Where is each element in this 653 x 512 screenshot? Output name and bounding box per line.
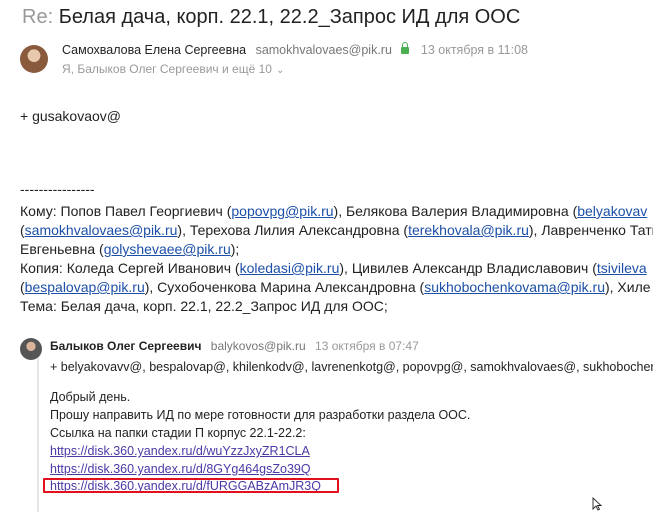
lock-icon — [401, 42, 410, 54]
quoted-greeting: Добрый день. — [50, 390, 131, 404]
quote-bar — [37, 358, 39, 512]
mouse-cursor-icon — [592, 497, 602, 511]
quoted-sender-row: Балыков Олег Сергеевич balykovos@pik.ru … — [50, 339, 419, 353]
email-link[interactable]: popovpg@pik.ru — [231, 203, 333, 219]
separator-line: ---------------- — [20, 181, 95, 197]
body-text-line: + gusakovaov@ — [20, 108, 121, 124]
email-subject: Re: Белая дача, корп. 22.1, 22.2_Запрос … — [22, 6, 520, 29]
quoted-sender-name[interactable]: Балыков Олег Сергеевич — [50, 339, 201, 353]
disk-link-1-row: https://disk.360.yandex.ru/d/wuYzzJxyZR1… — [50, 444, 310, 458]
disk-link-2[interactable]: https://disk.360.yandex.ru/d/8GYg464gsZo… — [50, 462, 311, 476]
sender-row: Самохвалова Елена Сергеевна samokhvalova… — [62, 42, 529, 57]
sender-email[interactable]: samokhvalovaes@pik.ru — [256, 43, 392, 57]
email-link[interactable]: golyshevaee@pik.ru — [104, 241, 231, 257]
email-link[interactable]: sukhobochenkovama@pik.ru — [424, 279, 605, 295]
quoted-date: 13 октября в 07:47 — [315, 339, 419, 353]
quoted-request: Прошу направить ИД по мере готовности дл… — [50, 408, 471, 422]
quoted-sender-avatar[interactable] — [20, 338, 42, 360]
to-line-3: Евгеньевна (golyshevaee@pik.ru); — [20, 241, 240, 257]
disk-link-2-row: https://disk.360.yandex.ru/d/8GYg464gsZo… — [50, 462, 311, 476]
email-link[interactable]: samokhvalovaes@pik.ru — [25, 222, 178, 238]
chevron-down-icon: ⌄ — [275, 65, 285, 76]
recipients-text: Я, Балыков Олег Сергеевич и ещё 10 — [62, 62, 272, 76]
disk-link-1[interactable]: https://disk.360.yandex.ru/d/wuYzzJxyZR1… — [50, 444, 310, 458]
email-link[interactable]: tsivileva — [597, 260, 647, 276]
quoted-links-intro: Ссылка на папки стадии П корпус 22.1-22.… — [50, 426, 306, 440]
email-link[interactable]: belyakovav — [577, 203, 647, 219]
recipients-toggle[interactable]: Я, Балыков Олег Сергеевич и ещё 10 ⌄ — [62, 62, 284, 76]
highlight-box — [43, 478, 339, 493]
quoted-cc: + belyakovavv@, bespalovap@, khilenkodv@… — [50, 360, 653, 374]
to-line-2: (samokhvalovaes@pik.ru), Терехова Лилия … — [20, 222, 653, 238]
sender-avatar[interactable] — [20, 45, 48, 73]
email-link[interactable]: koledasi@pik.ru — [240, 260, 340, 276]
cc-line-2: (bespalovap@pik.ru), Сухобоченкова Марин… — [20, 279, 651, 295]
sender-name[interactable]: Самохвалова Елена Сергеевна — [62, 43, 246, 57]
email-link[interactable]: terekhovala@pik.ru — [408, 222, 529, 238]
to-line-1: Кому: Попов Павел Георгиевич (popovpg@pi… — [20, 203, 648, 219]
reply-prefix: Re: — [22, 6, 54, 28]
cc-line-1: Копия: Коледа Сергей Иванович (koledasi@… — [20, 260, 647, 276]
subject-line: Тема: Белая дача, корп. 22.1, 22.2_Запро… — [20, 298, 388, 314]
email-link[interactable]: bespalovap@pik.ru — [25, 279, 145, 295]
quoted-sender-email[interactable]: balykovos@pik.ru — [211, 339, 306, 353]
sender-date: 13 октября в 11:08 — [420, 43, 529, 57]
subject-title: Белая дача, корп. 22.1, 22.2_Запрос ИД д… — [58, 6, 521, 28]
